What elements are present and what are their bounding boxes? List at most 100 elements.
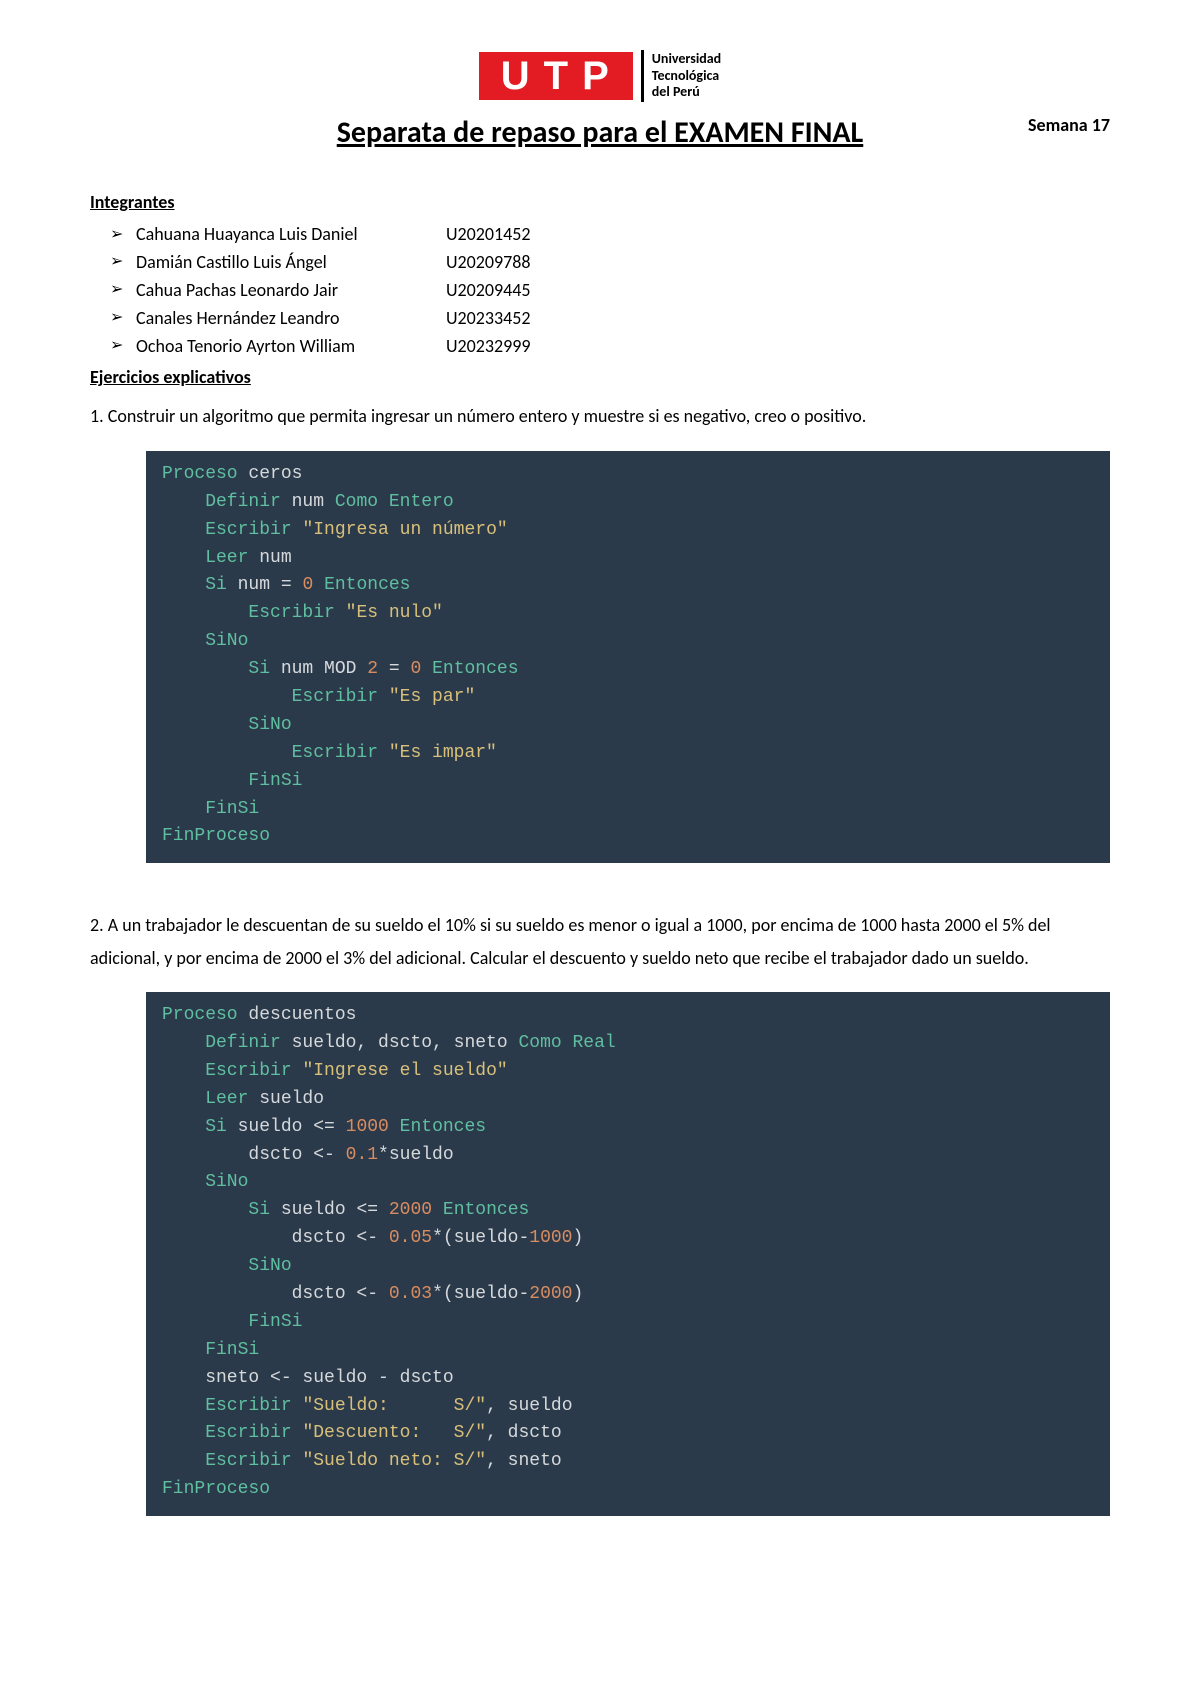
code-token: sueldo <=: [227, 1117, 346, 1137]
code-token: Si: [162, 575, 227, 595]
code-token: dscto <-: [162, 1145, 346, 1165]
logo-divider: [641, 50, 644, 102]
code-token: Escribir: [162, 1061, 302, 1081]
logo-line2: Tecnológica: [652, 67, 719, 84]
code-token: "Descuento: S/": [302, 1423, 486, 1443]
bullet-icon: ➢: [110, 250, 136, 275]
code-token: sueldo: [248, 1089, 324, 1109]
code-token: dscto <-: [162, 1228, 389, 1248]
code-token: FinSi: [162, 1312, 302, 1332]
member-code: U20232999: [446, 333, 1110, 361]
code-token: num: [248, 548, 291, 568]
code-token: 0.05: [389, 1228, 432, 1248]
code-token: Entonces: [324, 575, 410, 595]
code-token: Entonces: [443, 1200, 529, 1220]
code-token: Escribir: [162, 520, 302, 540]
member-name: Canales Hernández Leandro: [136, 305, 446, 333]
bullet-icon: ➢: [110, 223, 136, 248]
code-token: Proceso: [162, 464, 238, 484]
code-token: SiNo: [162, 1256, 292, 1276]
code-token: num: [281, 492, 335, 512]
code-token: 0: [410, 659, 421, 679]
code-token: Escribir: [162, 603, 346, 623]
member-name: Damián Castillo Luis Ángel: [136, 249, 446, 277]
code-token: SiNo: [162, 1172, 248, 1192]
logo-line1: Universidad: [652, 50, 721, 67]
logo-university-text: Universidad Tecnológica del Perú: [652, 51, 721, 101]
code-token: , dscto: [486, 1423, 562, 1443]
code-token: Como Real: [518, 1033, 615, 1053]
code-token: Escribir: [162, 1451, 302, 1471]
code-token: FinSi: [162, 799, 259, 819]
member-row: ➢ Canales Hernández Leandro U20233452: [110, 305, 1110, 333]
code-token: 2000: [389, 1200, 432, 1220]
document-page: UTP Universidad Tecnológica del Perú Sep…: [0, 0, 1200, 1698]
code-token: "Es impar": [389, 743, 497, 763]
code-token: Escribir: [162, 1396, 302, 1416]
member-name: Cahuana Huayanca Luis Daniel: [136, 221, 446, 249]
code-token: [421, 659, 432, 679]
exercise-2-text: 2. A un trabajador le descuentan de su s…: [90, 909, 1110, 974]
code-token: "Es par": [389, 687, 475, 707]
exercise-1-text: 1. Construir un algoritmo que permita in…: [90, 400, 1110, 432]
exercise-number: 1.: [90, 405, 104, 427]
member-row: ➢ Cahuana Huayanca Luis Daniel U20201452: [110, 221, 1110, 249]
code-token: dscto <-: [162, 1284, 389, 1304]
code-block-2: Proceso descuentos Definir sueldo, dscto…: [146, 992, 1110, 1516]
code-token: 0.03: [389, 1284, 432, 1304]
code-token: [389, 1117, 400, 1137]
logo: UTP Universidad Tecnológica del Perú: [479, 50, 721, 102]
bullet-icon: ➢: [110, 278, 136, 303]
exercise-statement: A un trabajador le descuentan de su suel…: [90, 914, 1051, 968]
members-list: ➢ Cahuana Huayanca Luis Daniel U20201452…: [110, 221, 1110, 360]
code-token: "Ingrese el sueldo": [302, 1061, 507, 1081]
members-heading: Integrantes: [90, 191, 1110, 213]
bullet-icon: ➢: [110, 306, 136, 331]
member-code: U20233452: [446, 305, 1110, 333]
code-token: sneto <- sueldo - dscto: [162, 1368, 454, 1388]
code-token: =: [378, 659, 410, 679]
code-token: Escribir: [162, 1423, 302, 1443]
code-token: , sneto: [486, 1451, 562, 1471]
code-token: "Sueldo neto: S/": [302, 1451, 486, 1471]
exercises-heading: Ejercicios explicativos: [90, 366, 1110, 388]
code-token: Si: [162, 659, 270, 679]
code-token: [313, 575, 324, 595]
week-label: Semana 17: [1028, 114, 1110, 136]
code-token: Escribir: [162, 687, 389, 707]
code-token: Definir: [162, 1033, 281, 1053]
code-token: SiNo: [162, 631, 248, 651]
logo-letters: UTP: [479, 52, 633, 100]
code-token: Entonces: [432, 659, 518, 679]
member-row: ➢ Cahua Pachas Leonardo Jair U20209445: [110, 277, 1110, 305]
code-token: Si: [162, 1200, 270, 1220]
code-token: FinSi: [162, 1340, 259, 1360]
code-token: ): [573, 1228, 584, 1248]
code-token: descuentos: [238, 1005, 357, 1025]
member-row: ➢ Damián Castillo Luis Ángel U20209788: [110, 249, 1110, 277]
code-token: "Es nulo": [346, 603, 443, 623]
logo-line3: del Perú: [652, 83, 700, 100]
document-title: Separata de repaso para el EXAMEN FINAL: [337, 114, 864, 151]
code-token: Entonces: [400, 1117, 486, 1137]
title-row: Separata de repaso para el EXAMEN FINAL …: [90, 114, 1110, 151]
code-token: *sueldo: [378, 1145, 454, 1165]
code-token: 1000: [529, 1228, 572, 1248]
member-code: U20209788: [446, 249, 1110, 277]
code-token: Leer: [162, 1089, 248, 1109]
code-token: sueldo <=: [270, 1200, 389, 1220]
code-token: ceros: [238, 464, 303, 484]
code-token: ): [573, 1284, 584, 1304]
code-token: 2: [367, 659, 378, 679]
code-token: "Ingresa un número": [302, 520, 507, 540]
code-token: Definir: [162, 492, 281, 512]
exercise-number: 2.: [90, 914, 104, 936]
member-row: ➢ Ochoa Tenorio Ayrton William U20232999: [110, 333, 1110, 361]
code-token: sueldo, dscto, sneto: [281, 1033, 519, 1053]
bullet-icon: ➢: [110, 334, 136, 359]
code-token: FinProceso: [162, 826, 270, 846]
code-token: Escribir: [162, 743, 389, 763]
code-token: num MOD: [270, 659, 367, 679]
code-token: "Sueldo: S/": [302, 1396, 486, 1416]
code-token: Leer: [162, 548, 248, 568]
